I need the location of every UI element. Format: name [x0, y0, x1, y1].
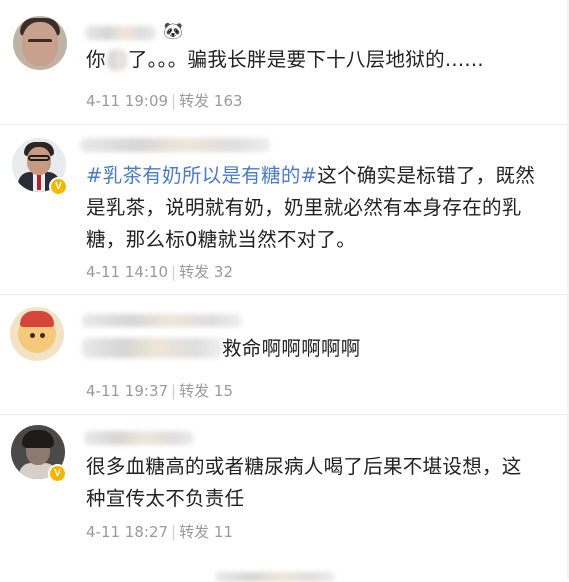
- meta-separator: |: [171, 523, 177, 541]
- comment-meta: 4-11 14:10 | 转发 32: [86, 261, 233, 282]
- verified-badge-icon: V: [48, 464, 67, 483]
- repost-label[interactable]: 转发: [179, 382, 209, 400]
- footer-blurred-text: [215, 572, 335, 582]
- comment-item-2: V #乳茶有奶所以是有糖的#这个确实是标错了，既然 是乳茶，说明就有奶，奶里就必…: [0, 125, 569, 295]
- meta-separator: |: [171, 92, 177, 110]
- comment-text-line2: 是乳茶，说明就有奶，奶里就必然有本身存在的乳: [86, 196, 522, 219]
- comment-meta: 4-11 19:09 | 转发 163: [86, 90, 243, 111]
- comment-item-1: 🐼 你了。。。骗我长胖是要下十八层地狱的...... 4-11 19:09 | 转发…: [0, 0, 569, 125]
- comment-text-rest: 这个确实是标错了，既然: [317, 164, 536, 187]
- obscured-text: [82, 338, 222, 358]
- comment-item-3: 救命啊啊啊啊啊 4-11 19:37 | 转发 15: [0, 295, 569, 415]
- comment-text-line1: #乳茶有奶所以是有糖的#这个确实是标错了，既然: [86, 160, 535, 192]
- panda-emoji-icon: 🐼: [163, 21, 183, 40]
- hashtag-link[interactable]: #乳茶有奶所以是有糖的#: [86, 164, 317, 187]
- verified-badge-icon: V: [49, 177, 68, 196]
- comment-feed: 🐼 你了。。。骗我长胖是要下十八层地狱的...... 4-11 19:09 | 转发…: [0, 0, 569, 582]
- comment-text: 救命啊啊啊啊啊: [222, 337, 361, 360]
- username-blurred[interactable]: [80, 138, 270, 152]
- comment-text-line1: 了。。。骗我长胖是要下十八层地狱的......: [127, 48, 484, 71]
- comment-text-prefix: 你: [86, 48, 106, 71]
- meta-separator: |: [171, 263, 177, 281]
- comment-date: 4-11 18:27: [86, 523, 169, 541]
- repost-label[interactable]: 转发: [179, 92, 209, 110]
- repost-label[interactable]: 转发: [179, 263, 209, 281]
- comment-date: 4-11 14:10: [86, 263, 169, 281]
- obscured-text: [105, 49, 128, 71]
- meta-separator: |: [171, 382, 177, 400]
- avatar-cartoon-eye: [30, 333, 35, 338]
- avatar-glasses: [28, 155, 50, 161]
- comment-meta: 4-11 18:27 | 转发 11: [86, 521, 233, 542]
- comment-text-line1: 很多血糖高的或者糖尿病人喝了后果不堪设想，这: [86, 455, 522, 478]
- comment-meta: 4-11 19:37 | 转发 15: [86, 380, 233, 401]
- username-blurred[interactable]: [82, 314, 242, 327]
- avatar-tie: [37, 174, 41, 190]
- repost-count[interactable]: 32: [214, 263, 233, 281]
- avatar-cartoon-eye: [40, 333, 45, 338]
- comment-text: 你了。。。骗我长胖是要下十八层地狱的......: [86, 44, 484, 76]
- repost-label[interactable]: 转发: [179, 523, 209, 541]
- avatar-hair: [22, 430, 54, 448]
- avatar[interactable]: [10, 307, 64, 361]
- comment-item-4: V 很多血糖高的或者糖尿病人喝了后果不堪设想，这 种宣传太不负责任 4-11 1…: [0, 415, 569, 565]
- comment-date: 4-11 19:37: [86, 382, 169, 400]
- comment-text-line2: 种宣传太不负责任: [86, 487, 245, 510]
- repost-count[interactable]: 11: [214, 523, 233, 541]
- comment-date: 4-11 19:09: [86, 92, 169, 110]
- avatar-cartoon-hat: [20, 311, 54, 327]
- username-blurred[interactable]: [84, 431, 194, 445]
- avatar-face: [27, 147, 51, 175]
- avatar[interactable]: [13, 16, 67, 70]
- username-blurred[interactable]: [85, 26, 157, 40]
- comment-text-line3: 糖，那么标0糖就当然不对了。: [86, 228, 357, 251]
- repost-count[interactable]: 15: [214, 382, 233, 400]
- repost-count[interactable]: 163: [214, 92, 243, 110]
- avatar-eyes: [28, 39, 52, 45]
